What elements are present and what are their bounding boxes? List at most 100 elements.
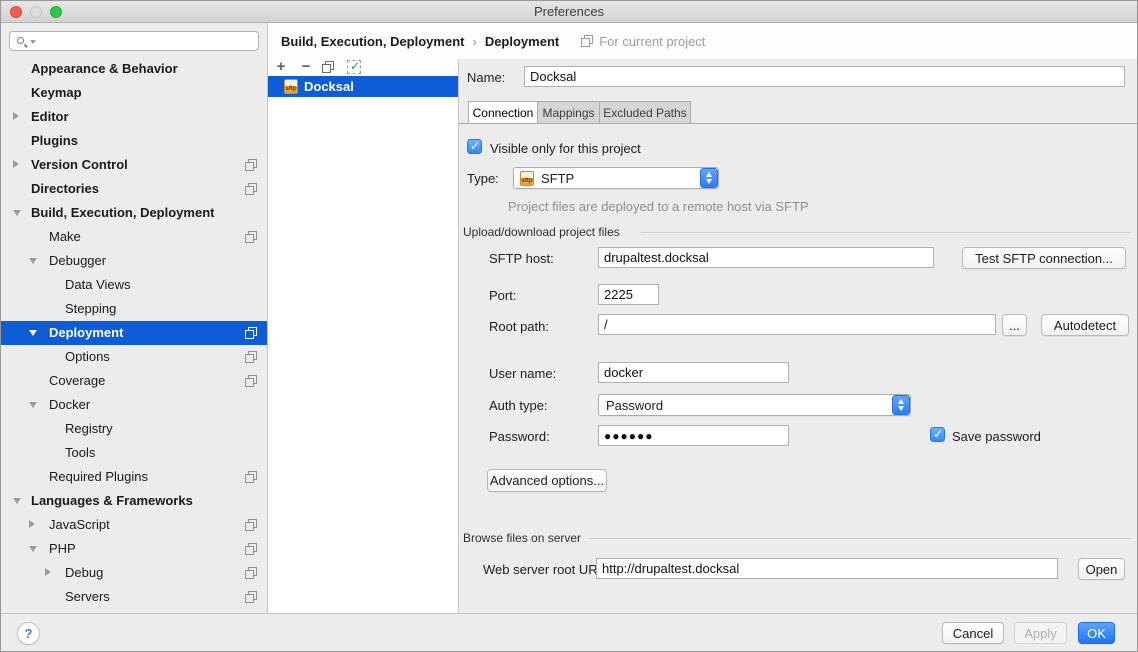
sidebar-item-label: Version Control [31,153,128,177]
test-sftp-connection-button[interactable]: Test SFTP connection... [962,247,1126,269]
sidebar-item-label: Debug [65,561,103,585]
sidebar-item-label: Deployment [49,321,123,345]
sftp-server-icon [284,79,298,94]
save-password-label: Save password [952,429,1041,444]
chevron-right-icon[interactable] [13,112,19,120]
sidebar-item-stepping[interactable]: Stepping [1,297,267,321]
help-button[interactable]: ? [17,622,40,645]
sidebar-item-version-control[interactable]: Version Control [1,153,267,177]
sidebar-item-make[interactable]: Make [1,225,267,249]
user-name-label: User name: [489,366,556,381]
sidebar-item-deployment[interactable]: Deployment [1,321,267,345]
sidebar-item-servers[interactable]: Servers [1,585,267,609]
dialog-footer: ? Cancel Apply OK [1,613,1138,652]
sidebar-item-appearance-behavior[interactable]: Appearance & Behavior [1,57,267,81]
scope-indicator: For current project [581,34,705,49]
sidebar-item-label: Options [65,345,110,369]
sftp-host-input[interactable] [598,247,934,268]
password-label: Password: [489,429,550,444]
chevron-down-icon[interactable] [29,402,37,408]
tab-mappings[interactable]: Mappings [537,101,600,124]
window-title: Preferences [1,1,1137,23]
sidebar-item-required-plugins[interactable]: Required Plugins [1,465,267,489]
project-scope-icon [245,591,257,603]
preferences-window: Preferences Appearance & BehaviorKeymapE… [0,0,1138,652]
add-server-button[interactable]: + [273,59,289,75]
sidebar-item-languages-frameworks[interactable]: Languages & Frameworks [1,489,267,513]
sidebar-item-options[interactable]: Options [1,345,267,369]
chevron-down-icon[interactable] [29,546,37,552]
advanced-options-button[interactable]: Advanced options... [487,469,607,492]
tab-strip-divider [459,123,1138,124]
project-scope-icon [581,35,593,47]
sidebar-item-label: Coverage [49,369,105,393]
sidebar-item-plugins[interactable]: Plugins [1,129,267,153]
sidebar-item-tools[interactable]: Tools [1,441,267,465]
copy-server-button[interactable] [322,61,334,73]
server-list-item[interactable]: Docksal [268,76,458,97]
apply-button[interactable]: Apply [1014,622,1067,644]
tab-connection[interactable]: Connection [468,101,538,124]
sidebar-item-label: Editor [31,105,69,129]
breadcrumb: Build, Execution, Deployment › Deploymen… [268,23,1138,59]
auth-type-select[interactable]: Password [598,394,911,416]
type-select[interactable]: SFTP [513,167,719,189]
chevron-right-icon[interactable] [45,568,51,576]
user-name-input[interactable] [598,362,789,383]
sidebar-item-label: Servers [65,585,110,609]
settings-sidebar: Appearance & BehaviorKeymapEditorPlugins… [1,23,268,613]
sidebar-item-build-execution-deployment[interactable]: Build, Execution, Deployment [1,201,267,225]
sidebar-item-label: Plugins [31,129,78,153]
sidebar-item-docker[interactable]: Docker [1,393,267,417]
open-button[interactable]: Open [1078,558,1125,580]
password-input[interactable] [598,425,789,446]
scope-label: For current project [599,34,705,49]
root-path-browse-button[interactable]: ... [1002,314,1027,336]
sidebar-item-label: Languages & Frameworks [31,489,193,513]
breadcrumb-current: Deployment [485,34,559,49]
use-as-default-button[interactable] [347,60,361,74]
sidebar-item-coverage[interactable]: Coverage [1,369,267,393]
chevron-down-icon[interactable] [13,498,21,504]
save-password-checkbox[interactable] [930,427,945,442]
sidebar-item-registry[interactable]: Registry [1,417,267,441]
sidebar-item-label: Directories [31,177,99,201]
root-path-input[interactable] [598,314,996,335]
project-scope-icon [245,159,257,171]
sidebar-item-label: Docker [49,393,90,417]
chevron-down-icon[interactable] [29,258,37,264]
project-scope-icon [245,231,257,243]
visible-only-checkbox[interactable] [467,139,482,154]
sidebar-item-debug[interactable]: Debug [1,561,267,585]
remove-server-button[interactable]: − [298,59,314,75]
sidebar-item-debugger[interactable]: Debugger [1,249,267,273]
sidebar-item-php[interactable]: PHP [1,537,267,561]
settings-search-input[interactable] [9,31,259,51]
chevron-right-icon[interactable] [13,160,19,168]
chevron-down-icon[interactable] [13,210,21,216]
cancel-button[interactable]: Cancel [942,622,1004,644]
sidebar-item-keymap[interactable]: Keymap [1,81,267,105]
ok-button[interactable]: OK [1078,622,1115,644]
port-input[interactable] [598,284,659,305]
search-icon [17,37,24,44]
tab-excluded-paths[interactable]: Excluded Paths [599,101,691,124]
server-list-toolbar: + − [268,59,458,76]
sidebar-item-directories[interactable]: Directories [1,177,267,201]
sidebar-item-javascript[interactable]: JavaScript [1,513,267,537]
breadcrumb-root[interactable]: Build, Execution, Deployment [281,34,464,49]
chevron-right-icon[interactable] [29,520,35,528]
sidebar-item-label: Stepping [65,297,116,321]
sidebar-item-editor[interactable]: Editor [1,105,267,129]
type-value: SFTP [541,168,574,189]
autodetect-button[interactable]: Autodetect [1041,314,1129,336]
name-input[interactable] [524,66,1125,87]
project-scope-icon [245,327,257,339]
chevron-down-icon[interactable] [29,330,37,336]
sidebar-item-label: PHP [49,537,76,561]
sidebar-item-data-views[interactable]: Data Views [1,273,267,297]
type-label: Type: [467,171,499,186]
sidebar-item-label: Keymap [31,81,82,105]
sidebar-item-label: Make [49,225,81,249]
web-root-input[interactable] [596,558,1058,579]
